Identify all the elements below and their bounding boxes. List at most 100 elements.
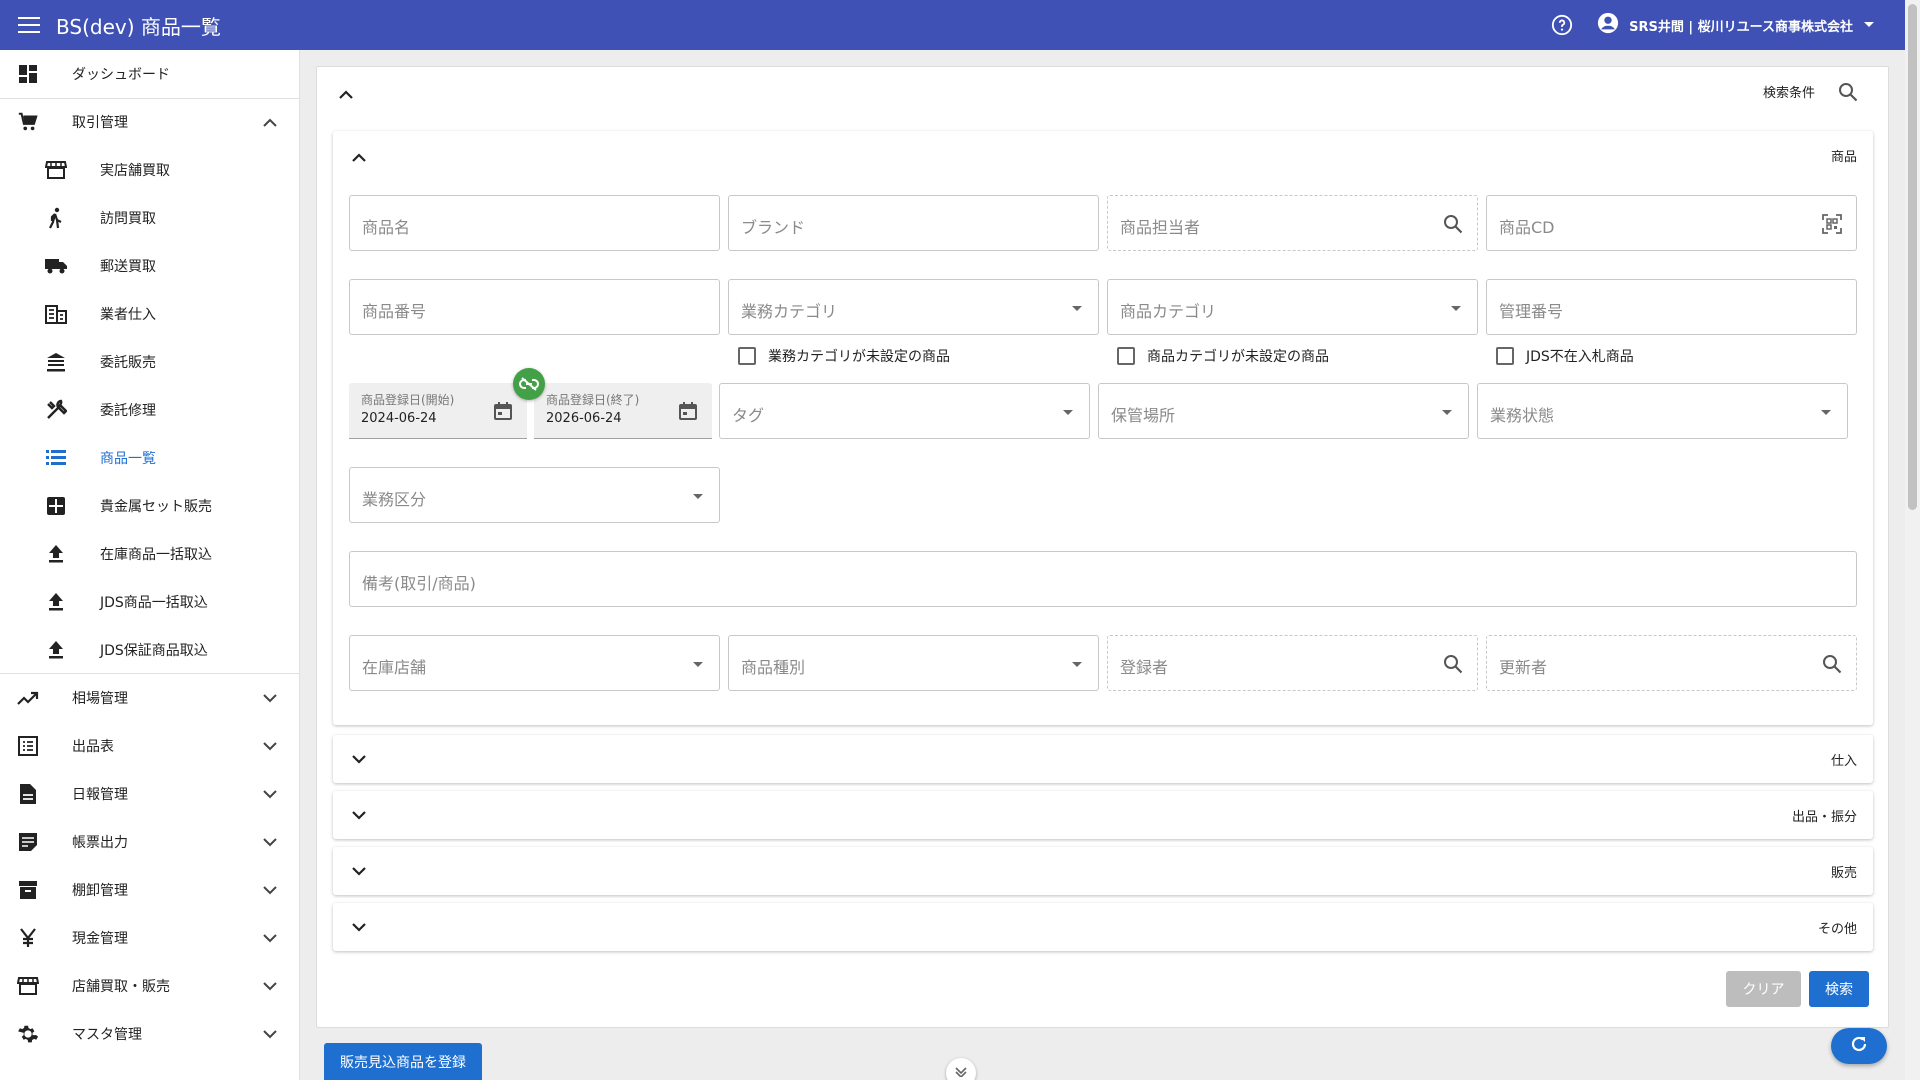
sidebar-item-consignment-repair[interactable]: 委託修理 [0, 386, 300, 434]
sidebar-item-transactions[interactable]: 取引管理 [0, 98, 300, 146]
chevron-down-icon [258, 686, 282, 710]
qr-scan-icon[interactable] [1820, 212, 1844, 236]
caret-down-icon [1451, 306, 1461, 311]
product-staff-input[interactable]: 商品担当者 [1107, 195, 1478, 251]
sidebar-item-precious-metal-set[interactable]: 貴金属セット販売 [0, 482, 300, 530]
page-scrollbar[interactable] [1905, 0, 1920, 1080]
gear-icon [16, 1022, 40, 1046]
cart-icon [16, 110, 40, 134]
collapse-product-button[interactable] [347, 145, 371, 169]
sidebar-item-master[interactable]: マスタ管理 [0, 1010, 300, 1058]
tag-select[interactable]: タグ [719, 383, 1090, 439]
chevron-down-icon[interactable] [347, 803, 371, 827]
store-icon [16, 974, 40, 998]
scrollbar-thumb[interactable] [1908, 4, 1917, 510]
register-prospective-product-button[interactable]: 販売見込商品を登録 [324, 1043, 482, 1080]
trending-icon [16, 686, 40, 710]
product-type-select[interactable]: 商品種別 [728, 635, 1099, 691]
chevron-down-icon[interactable] [347, 915, 371, 939]
sidebar-item-market[interactable]: 相場管理 [0, 674, 300, 722]
scroll-down-button[interactable] [946, 1058, 976, 1080]
sidebar-item-stock-import[interactable]: 在庫商品一括取込 [0, 530, 300, 578]
storage-select[interactable]: 保管場所 [1098, 383, 1469, 439]
list-icon [44, 446, 68, 470]
sidebar-item-mail-purchase[interactable]: 郵送買取 [0, 242, 300, 290]
sidebar-item-product-list[interactable]: 商品一覧 [0, 434, 300, 482]
sidebar-item-inventory[interactable]: 棚卸管理 [0, 866, 300, 914]
chevron-down-icon [258, 782, 282, 806]
sidebar-item-visit-purchase[interactable]: 訪問買取 [0, 194, 300, 242]
chevron-down-icon [258, 734, 282, 758]
purchase-section[interactable]: 仕入 [333, 735, 1873, 783]
note-icon [16, 830, 40, 854]
product-section-title: 商品 [1830, 150, 1857, 165]
other-section[interactable]: その他 [333, 903, 1873, 951]
search-icon[interactable] [1836, 80, 1860, 104]
store-icon [44, 158, 68, 182]
registration-start-date[interactable]: 商品登録日(開始) 2024-06-24 [349, 383, 527, 439]
caret-down-icon [1821, 410, 1831, 415]
caret-down-icon [1863, 18, 1875, 33]
management-number-input[interactable]: 管理番号 [1486, 279, 1857, 335]
sidebar-item-store-trade[interactable]: 店舗買取・販売 [0, 962, 300, 1010]
checkbox-box [738, 347, 756, 365]
sidebar-item-consignment-sale[interactable]: 委託販売 [0, 338, 300, 386]
checkbox-box [1496, 347, 1514, 365]
search-icon[interactable] [1441, 212, 1465, 236]
caret-down-icon [1072, 306, 1082, 311]
business-division-select[interactable]: 業務区分 [349, 467, 720, 523]
dashboard-icon [16, 62, 40, 86]
product-panel: 商品 商品名 ブランド 商品担当者 商品CD 商品番号 業務カテゴリ 商品カテゴ… [333, 131, 1873, 725]
help-icon[interactable] [1549, 12, 1575, 38]
business-status-select[interactable]: 業務状態 [1477, 383, 1848, 439]
registrant-input[interactable]: 登録者 [1107, 635, 1478, 691]
product-name-input[interactable]: 商品名 [349, 195, 720, 251]
clear-button[interactable]: クリア [1726, 971, 1801, 1007]
stock-store-select[interactable]: 在庫店舗 [349, 635, 720, 691]
product-category-select[interactable]: 商品カテゴリ [1107, 279, 1478, 335]
search-icon[interactable] [1441, 652, 1465, 676]
user-menu[interactable]: SRS井間 | 桜川リユース商事株式会社 [1597, 12, 1875, 38]
sidebar-item-dashboard[interactable]: ダッシュボード [0, 50, 300, 98]
sidebar-item-vendor-purchase[interactable]: 業者仕入 [0, 290, 300, 338]
sidebar-item-daily-report[interactable]: 日報管理 [0, 770, 300, 818]
bank-icon [44, 350, 68, 374]
product-number-input[interactable]: 商品番号 [349, 279, 720, 335]
refresh-button[interactable] [1831, 1028, 1887, 1064]
sidebar-item-cash[interactable]: 現金管理 [0, 914, 300, 962]
business-category-select[interactable]: 業務カテゴリ [728, 279, 1099, 335]
jds-absent-checkbox[interactable]: JDS不在入札商品 [1496, 346, 1634, 366]
upload-icon [44, 638, 68, 662]
search-button[interactable]: 検索 [1809, 971, 1869, 1007]
sidebar-item-store-purchase[interactable]: 実店舗買取 [0, 146, 300, 194]
calendar-icon[interactable] [676, 399, 700, 423]
caret-down-icon [1063, 410, 1073, 415]
chevron-down-icon[interactable] [347, 859, 371, 883]
sidebar-item-form-output[interactable]: 帳票出力 [0, 818, 300, 866]
upload-icon [44, 542, 68, 566]
remarks-input[interactable]: 備考(取引/商品) [349, 551, 1857, 607]
search-icon[interactable] [1820, 652, 1844, 676]
sidebar-item-jds-warranty-import[interactable]: JDS保証商品取込 [0, 626, 300, 674]
search-card-header: 検索条件 [317, 67, 1888, 121]
walk-icon [44, 206, 68, 230]
chevron-down-icon [258, 830, 282, 854]
archive-icon [16, 878, 40, 902]
calendar-icon[interactable] [491, 399, 515, 423]
collapse-search-button[interactable] [334, 82, 358, 106]
sidebar-item-jds-import[interactable]: JDS商品一括取込 [0, 578, 300, 626]
sales-section[interactable]: 販売 [333, 847, 1873, 895]
link-off-icon[interactable] [513, 368, 545, 400]
listing-distribution-section[interactable]: 出品・振分 [333, 791, 1873, 839]
upload-icon [44, 590, 68, 614]
product-cd-input[interactable]: 商品CD [1486, 195, 1857, 251]
no-business-category-checkbox[interactable]: 業務カテゴリが未設定の商品 [738, 346, 950, 366]
registration-end-date[interactable]: 商品登録日(終了) 2026-06-24 [534, 383, 712, 439]
no-product-category-checkbox[interactable]: 商品カテゴリが未設定の商品 [1117, 346, 1329, 366]
updater-input[interactable]: 更新者 [1486, 635, 1857, 691]
chevron-down-icon [258, 974, 282, 998]
chevron-down-icon[interactable] [347, 747, 371, 771]
sidebar-item-listing[interactable]: 出品表 [0, 722, 300, 770]
brand-input[interactable]: ブランド [728, 195, 1099, 251]
menu-icon[interactable] [14, 10, 44, 40]
